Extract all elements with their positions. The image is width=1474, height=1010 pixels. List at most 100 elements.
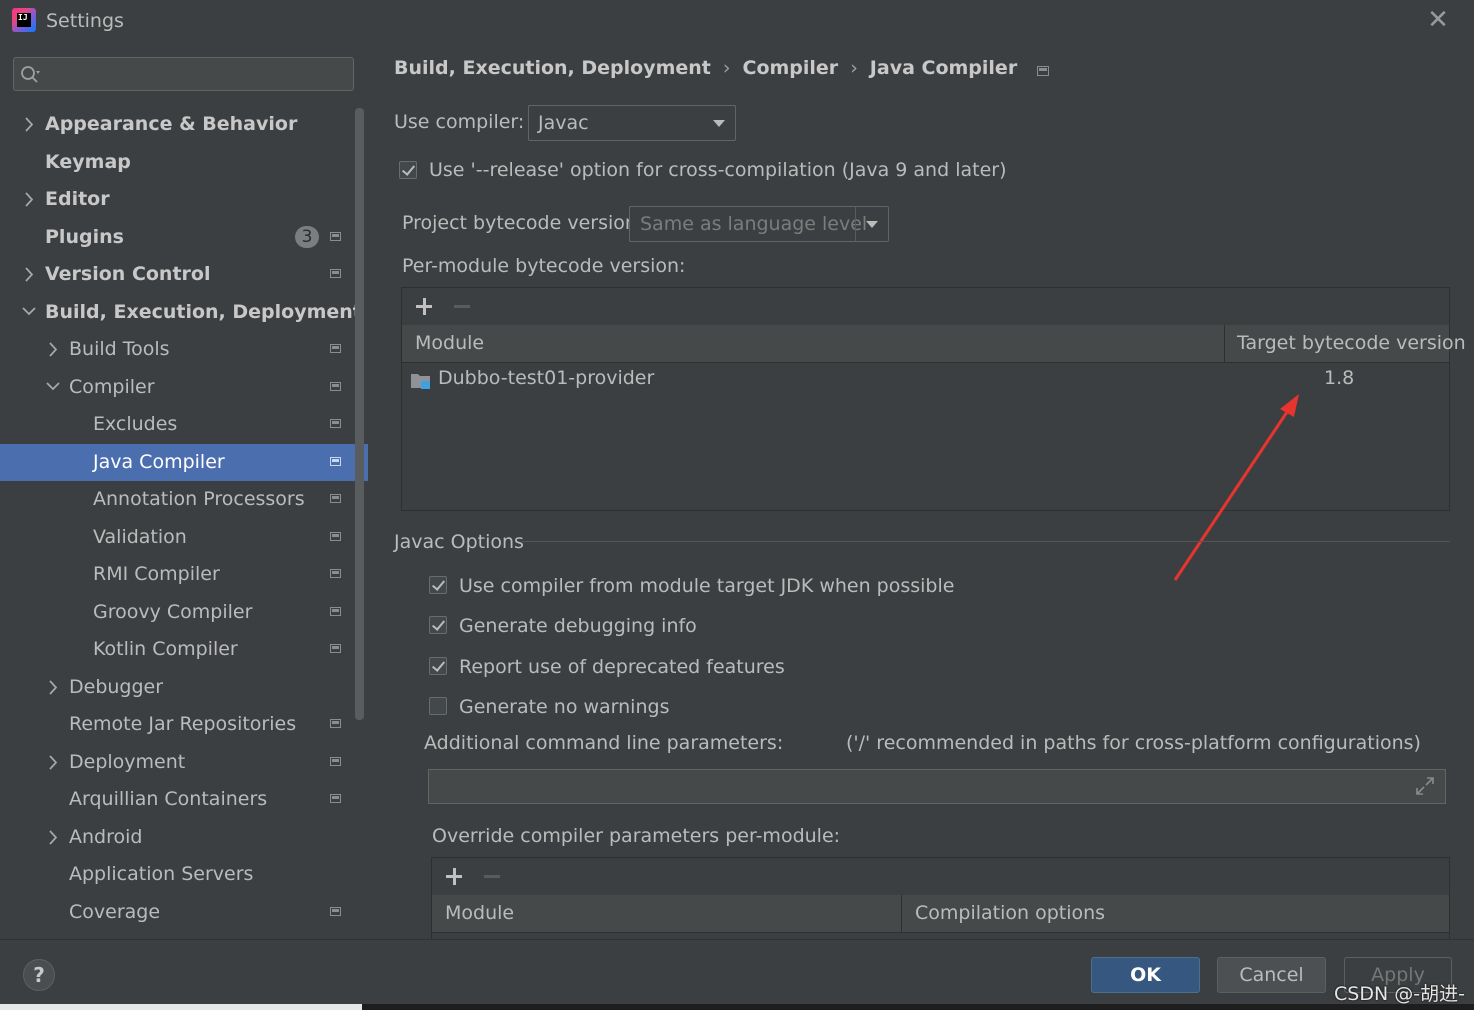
sidebar-item-annotation-processors[interactable]: Annotation Processors	[0, 481, 355, 518]
breadcrumb-item: Java Compiler	[869, 57, 1018, 79]
breadcrumb-item[interactable]: Build, Execution, Deployment	[394, 57, 711, 79]
sidebar-item-application-servers[interactable]: Application Servers	[0, 856, 355, 893]
window-title: Settings	[46, 10, 124, 32]
expand-icon[interactable]	[1416, 777, 1434, 795]
javac-options-section-title: Javac Options	[394, 531, 524, 553]
chevron-right-icon[interactable]	[46, 331, 60, 368]
project-bytecode-select[interactable]: Same as language level	[629, 206, 889, 242]
sidebar-item-version-control[interactable]: Version Control	[0, 256, 355, 293]
sidebar-item-label: Build Tools	[69, 338, 170, 360]
sidebar-item-label: Validation	[93, 525, 187, 548]
sidebar-item-arquillian-containers[interactable]: Arquillian Containers	[0, 781, 355, 818]
use-target-jdk-label: Use compiler from module target JDK when…	[459, 575, 955, 597]
chevron-down-icon[interactable]	[46, 369, 60, 406]
project-bytecode-label: Project bytecode version:	[402, 212, 644, 234]
chevron-right-icon[interactable]	[22, 106, 36, 143]
sidebar-item-compiler[interactable]: Compiler	[0, 369, 355, 406]
sidebar-item-excludes[interactable]: Excludes	[0, 406, 355, 443]
ok-button[interactable]: OK	[1091, 957, 1200, 993]
sidebar-item-label: Compiler	[69, 375, 155, 398]
sidebar-item-rmi-compiler[interactable]: RMI Compiler	[0, 556, 355, 593]
table-header: Module Target bytecode version	[402, 325, 1466, 363]
remove-icon[interactable]	[454, 305, 470, 308]
target-version-value[interactable]: 1.8	[1324, 367, 1354, 389]
sidebar-item-label: Build, Execution, Deployment	[45, 300, 362, 323]
sidebar-item-debugger[interactable]: Debugger	[0, 669, 355, 706]
use-target-jdk-checkbox[interactable]	[429, 576, 447, 594]
sidebar-item-appearance-behavior[interactable]: Appearance & Behavior	[0, 106, 355, 143]
use-compiler-label: Use compiler:	[394, 111, 525, 133]
use-compiler-select[interactable]: Javac	[528, 105, 736, 141]
project-scope-icon	[330, 494, 341, 503]
sidebar-item-label: Appearance & Behavior	[45, 113, 298, 135]
project-scope-icon	[330, 756, 341, 766]
section-divider	[522, 541, 1450, 542]
column-header-target-version[interactable]: Target bytecode version	[1237, 325, 1466, 362]
breadcrumb-item[interactable]: Compiler	[743, 57, 839, 79]
deprecated-features-label: Report use of deprecated features	[459, 656, 785, 678]
column-separator[interactable]	[1224, 325, 1225, 362]
sidebar-item-label: RMI Compiler	[93, 563, 220, 585]
sidebar-item-label: Plugins	[45, 225, 124, 248]
project-scope-icon	[330, 794, 341, 803]
column-header-compilation-options[interactable]: Compilation options	[915, 895, 1105, 932]
sidebar-item-label: Coverage	[69, 900, 161, 923]
column-separator[interactable]	[901, 895, 902, 932]
module-name: Dubbo-test01-provider	[438, 367, 655, 389]
override-params-label: Override compiler parameters per-module:	[432, 825, 841, 847]
no-warnings-label: Generate no warnings	[459, 696, 670, 718]
sidebar-item-label: Annotation Processors	[93, 488, 305, 510]
sidebar-item-coverage[interactable]: Coverage	[0, 894, 355, 931]
help-button[interactable]: ?	[23, 959, 55, 991]
project-scope-icon	[330, 419, 341, 428]
chevron-right-icon[interactable]	[46, 744, 60, 781]
chevron-right-icon[interactable]	[46, 819, 60, 856]
settings-search-input[interactable]	[13, 57, 354, 91]
deprecated-features-checkbox[interactable]	[429, 657, 447, 675]
table-toolbar	[432, 858, 1449, 896]
sidebar-item-label: Version Control	[45, 263, 211, 285]
project-scope-icon	[330, 531, 341, 541]
project-scope-icon	[330, 269, 341, 278]
sidebar-item-keymap[interactable]: Keymap	[0, 144, 355, 181]
sidebar-item-label: Editor	[45, 188, 110, 210]
sidebar-item-plugins[interactable]: Plugins 3	[0, 219, 355, 256]
per-module-label: Per-module bytecode version:	[402, 255, 686, 277]
sidebar-item-validation[interactable]: Validation	[0, 519, 355, 556]
module-folder-icon	[411, 374, 430, 389]
sidebar-item-java-compiler[interactable]: Java Compiler	[0, 443, 368, 481]
cancel-button[interactable]: Cancel	[1217, 957, 1326, 993]
sidebar-item-build-execution-deployment[interactable]: Build, Execution, Deployment	[0, 294, 362, 331]
close-icon[interactable]: ✕	[1426, 7, 1450, 33]
sidebar-item-groovy-compiler[interactable]: Groovy Compiler	[0, 594, 355, 631]
project-scope-icon	[330, 569, 341, 578]
sidebar-item-android[interactable]: Android	[0, 819, 355, 856]
chevron-down-icon[interactable]	[22, 294, 36, 331]
chevron-right-icon[interactable]	[46, 669, 60, 706]
additional-params-input[interactable]	[428, 769, 1446, 804]
table-header: Module Compilation options	[432, 895, 1449, 933]
logo-text: IJ	[17, 13, 31, 27]
project-scope-icon	[330, 906, 341, 916]
release-option-checkbox[interactable]	[399, 161, 417, 179]
sidebar-item-build-tools[interactable]: Build Tools	[0, 331, 355, 368]
sidebar-item-kotlin-compiler[interactable]: Kotlin Compiler	[0, 631, 355, 668]
sidebar-scrollbar[interactable]	[355, 108, 364, 720]
no-warnings-checkbox[interactable]	[429, 697, 447, 715]
add-icon[interactable]	[446, 867, 466, 887]
add-icon[interactable]	[416, 297, 436, 317]
chevron-right-icon: ›	[850, 57, 858, 79]
sidebar-item-deployment[interactable]: Deployment	[0, 744, 355, 781]
sidebar-item-remote-jar-repositories[interactable]: Remote Jar Repositories	[0, 706, 355, 743]
chevron-right-icon[interactable]	[22, 256, 36, 293]
chevron-down-icon	[866, 221, 878, 228]
project-scope-icon	[330, 644, 341, 653]
debugging-info-checkbox[interactable]	[429, 616, 447, 634]
combo-divider	[855, 207, 856, 241]
remove-icon[interactable]	[484, 875, 500, 878]
column-header-module[interactable]: Module	[415, 325, 484, 362]
sidebar-item-editor[interactable]: Editor	[0, 181, 355, 218]
chevron-right-icon[interactable]	[22, 181, 36, 218]
sidebar-item-label: Groovy Compiler	[93, 600, 253, 623]
column-header-module[interactable]: Module	[445, 895, 514, 932]
